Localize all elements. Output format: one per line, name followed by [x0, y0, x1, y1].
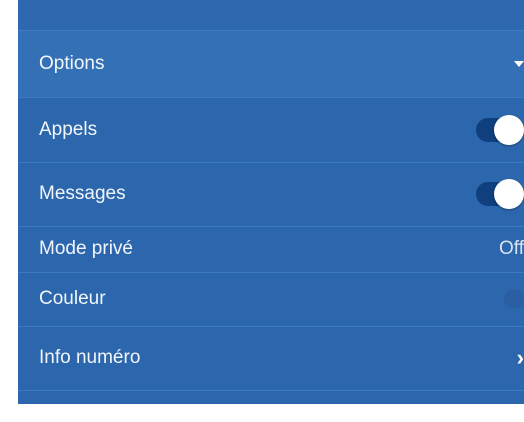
- setting-row-couleur[interactable]: Couleur: [18, 272, 524, 327]
- setting-row-appels: Appels: [18, 98, 524, 163]
- mode-prive-value: Off: [499, 238, 524, 259]
- color-swatch[interactable]: [504, 289, 524, 309]
- mode-prive-label: Mode privé: [39, 238, 133, 259]
- info-numero-label: Info numéro: [39, 347, 141, 368]
- setting-row-info-numero[interactable]: Info numéro ›: [18, 326, 524, 391]
- toggle-knob: [494, 179, 524, 209]
- options-label: Options: [39, 53, 105, 74]
- setting-row-messages: Messages: [18, 162, 524, 227]
- options-header[interactable]: Options: [18, 31, 524, 98]
- setting-row-mode-prive[interactable]: Mode privé Off: [18, 226, 524, 273]
- settings-panel: Options Appels Messages Mode privé Off C…: [18, 0, 524, 404]
- caret-down-icon[interactable]: [514, 61, 524, 67]
- toggle-knob: [494, 115, 524, 145]
- top-strip: [18, 0, 524, 31]
- appels-label: Appels: [39, 119, 98, 140]
- appels-toggle[interactable]: [476, 115, 524, 145]
- messages-label: Messages: [39, 183, 126, 204]
- couleur-label: Couleur: [39, 288, 106, 309]
- chevron-right-icon[interactable]: ›: [517, 345, 524, 371]
- messages-toggle[interactable]: [476, 179, 524, 209]
